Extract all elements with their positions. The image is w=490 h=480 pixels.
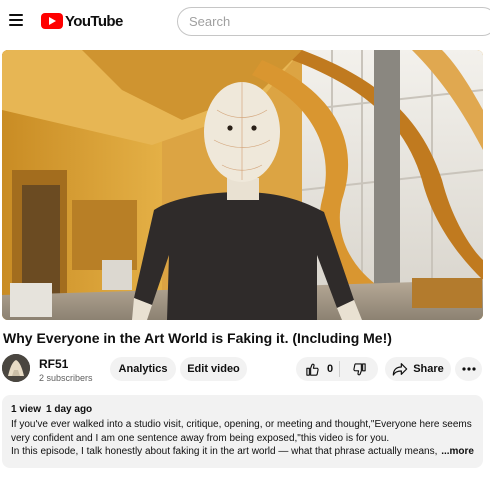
video-frame (2, 50, 483, 320)
edit-video-button[interactable]: Edit video (180, 357, 247, 381)
view-count: 1 view (11, 404, 42, 415)
video-player[interactable] (2, 50, 483, 320)
show-more-link[interactable]: ...more (438, 445, 474, 459)
dislike-button[interactable] (340, 357, 378, 381)
share-button[interactable]: Share (385, 357, 451, 381)
channel-name[interactable]: RF51 (39, 357, 68, 371)
description-box[interactable]: 1 view 1 day ago If you've ever walked in… (2, 395, 483, 468)
description-line-text: In this episode, I talk honestly about f… (11, 446, 438, 457)
description-meta: 1 view 1 day ago (11, 404, 474, 415)
description-line: very confident and I am one sentence awa… (11, 432, 390, 444)
video-title: Why Everyone in the Art World is Faking … (3, 330, 392, 346)
share-arrow-icon (392, 363, 408, 376)
like-button[interactable]: 0 (296, 357, 339, 381)
menu-icon[interactable] (9, 14, 23, 26)
subscriber-count: 2 subscribers (39, 373, 93, 383)
description-line: If you've ever walked into a studio visi… (11, 419, 472, 430)
logo-text: YouTube (65, 12, 123, 30)
youtube-logo-icon (41, 13, 63, 29)
more-actions-button[interactable] (455, 357, 482, 381)
share-label: Share (413, 363, 444, 375)
more-horizontal-icon (461, 367, 476, 371)
avatar[interactable] (2, 354, 30, 382)
thumbs-down-icon (352, 362, 366, 375)
upload-age: 1 day ago (46, 404, 93, 415)
analytics-button[interactable]: Analytics (110, 357, 176, 381)
description-line-last: In this episode, I talk honestly about f… (11, 445, 474, 459)
thumbs-up-icon (306, 363, 319, 376)
search-input[interactable] (177, 7, 490, 36)
youtube-logo[interactable]: YouTube (41, 11, 123, 31)
like-count: 0 (327, 363, 334, 375)
like-dislike-group: 0 (296, 357, 378, 381)
channel-avatar-image (2, 354, 30, 382)
top-bar: YouTube (0, 0, 490, 44)
